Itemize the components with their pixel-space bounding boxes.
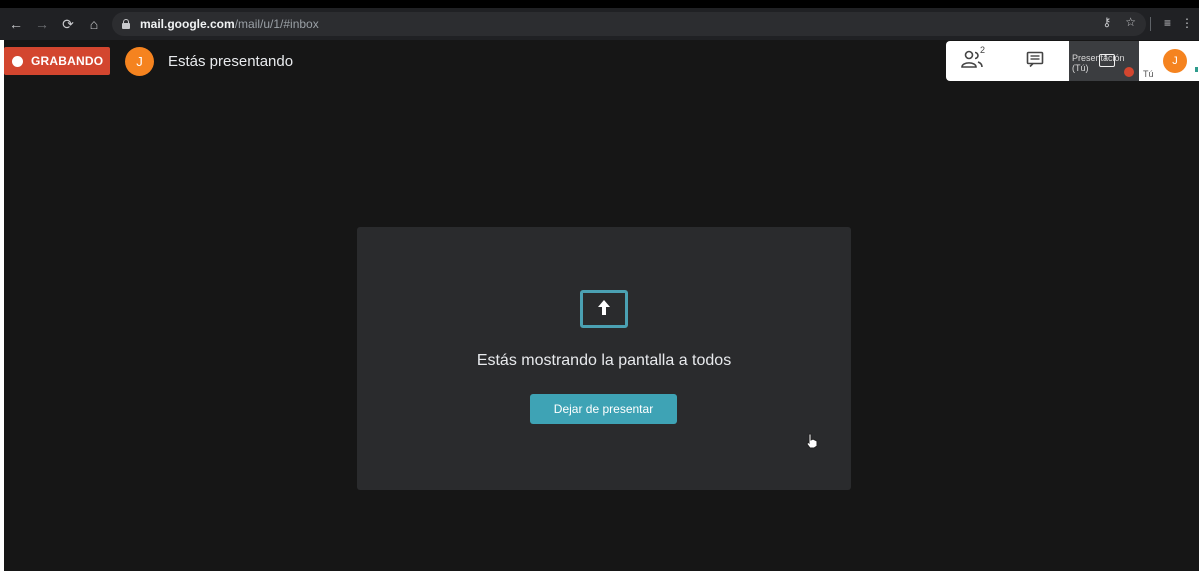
media-queue-icon[interactable]: ≡ — [1164, 16, 1171, 30]
url-host: mail.google.com — [140, 17, 235, 31]
address-bar[interactable]: mail.google.com/mail/u/1/#inbox ⚷ ☆ — [112, 12, 1146, 36]
self-label: Tú — [1143, 69, 1154, 79]
forward-icon[interactable]: → — [32, 14, 52, 34]
star-icon[interactable]: ☆ — [1125, 15, 1136, 29]
share-message: Estás mostrando la pantalla a todos — [476, 352, 732, 369]
url-text: mail.google.com/mail/u/1/#inbox — [140, 17, 319, 31]
self-avatar: J — [1163, 49, 1187, 73]
present-screen-icon — [1099, 52, 1115, 67]
mic-off-icon — [1124, 67, 1134, 77]
presenter-avatar: J — [125, 47, 154, 76]
hand-cursor-icon — [806, 433, 818, 449]
toolbar-divider — [1150, 17, 1151, 31]
recording-dot-icon — [12, 55, 23, 67]
recording-label: GRABANDO — [31, 54, 104, 68]
stop-presenting-button[interactable]: Dejar de presentar — [530, 394, 677, 424]
presentation-tile[interactable]: Presentación (Tú) — [1069, 41, 1139, 81]
home-icon[interactable]: ⌂ — [84, 14, 104, 34]
participants-count: 2 — [980, 45, 986, 55]
screen: ← → ⟳ ⌂ mail.google.com/mail/u/1/#inbox … — [0, 0, 1199, 571]
url-path: /mail/u/1/#inbox — [234, 17, 319, 31]
presenting-status: Estás presentando — [168, 53, 294, 70]
more-menu-icon[interactable]: ⋮ — [1181, 16, 1193, 30]
screen-share-card: Estás mostrando la pantalla a todos Deja… — [357, 227, 851, 490]
lock-icon — [122, 19, 130, 29]
back-icon[interactable]: ← — [6, 14, 26, 34]
self-tile[interactable]: Tú J — [1139, 41, 1199, 81]
browser-toolbar: ← → ⟳ ⌂ mail.google.com/mail/u/1/#inbox … — [0, 8, 1199, 40]
meet-stage: GRABANDO J Estás presentando 2 Presentac… — [4, 40, 1199, 571]
reload-icon[interactable]: ⟳ — [58, 14, 78, 34]
recording-badge: GRABANDO — [4, 47, 110, 75]
participants-panel: 2 Presentación (Tú) Tú J — [946, 41, 1199, 81]
top-strip — [0, 0, 1199, 8]
chat-icon[interactable] — [1026, 51, 1046, 69]
audio-indicator-icon — [1195, 67, 1198, 72]
present-screen-icon — [580, 290, 628, 328]
key-icon[interactable]: ⚷ — [1102, 15, 1111, 29]
